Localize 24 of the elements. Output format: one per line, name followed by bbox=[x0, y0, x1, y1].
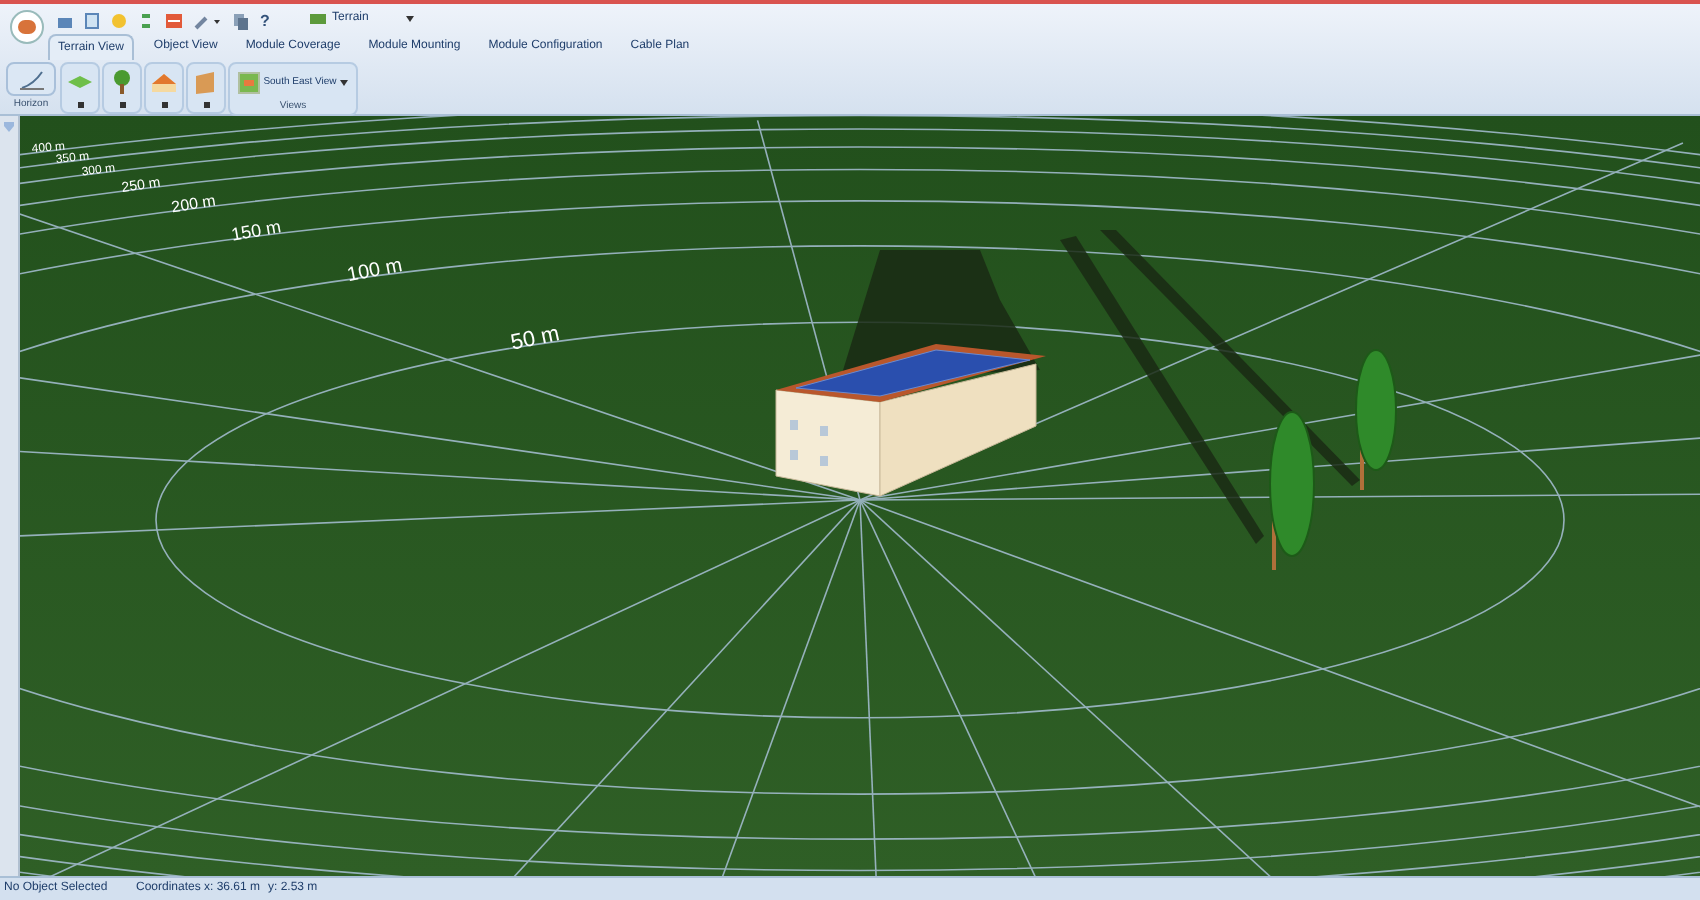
distance-label: 200 m bbox=[170, 191, 217, 217]
distance-label: 100 m bbox=[345, 255, 405, 288]
distance-label: 150 m bbox=[229, 216, 283, 245]
caret-icon bbox=[119, 102, 125, 109]
house-view-icon bbox=[237, 71, 260, 94]
caret-icon bbox=[203, 102, 209, 109]
horizon-button[interactable] bbox=[6, 62, 56, 96]
dropdown-button[interactable] bbox=[144, 62, 184, 114]
distance-label: 50 m bbox=[508, 322, 562, 356]
caret-icon bbox=[406, 16, 414, 22]
terrain-icon bbox=[310, 14, 326, 24]
app-logo-icon[interactable] bbox=[10, 10, 44, 44]
document-icon[interactable] bbox=[84, 11, 100, 29]
copy-icon[interactable] bbox=[232, 11, 250, 29]
dropdown-button[interactable] bbox=[186, 62, 226, 114]
dropdown-button[interactable] bbox=[102, 62, 142, 114]
caret-icon bbox=[340, 79, 349, 86]
house-with-solar-roof-drawing[interactable] bbox=[775, 344, 1046, 497]
caret-icon bbox=[161, 102, 167, 109]
panel-icon[interactable] bbox=[164, 11, 184, 29]
tree-drawing bbox=[1355, 349, 1397, 490]
help-icon[interactable]: ? bbox=[260, 11, 270, 29]
caret-icon bbox=[77, 102, 83, 109]
horizon-icon bbox=[17, 67, 45, 91]
